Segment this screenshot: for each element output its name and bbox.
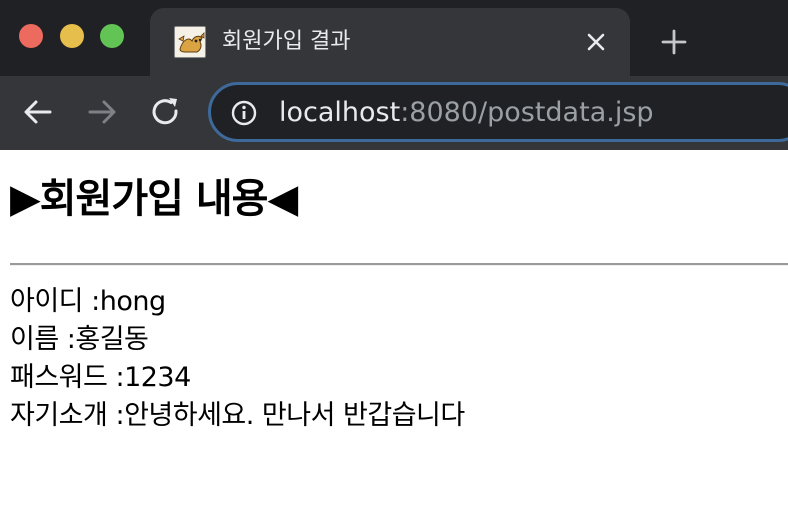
zoom-window-button[interactable] (100, 24, 124, 48)
result-line-password: 패스워드 :1234 (10, 362, 191, 393)
signup-result-list: 아이디 :hong 이름 :홍길동 패스워드 :1234 자기소개 :안녕하세요… (10, 283, 465, 435)
address-bar[interactable]: localhost:8080/postdata.jsp (208, 82, 788, 142)
result-line-name: 이름 :홍길동 (10, 324, 149, 355)
page-content: ▶회원가입 내용◀ 아이디 :hong 이름 :홍길동 패스워드 :1234 자… (0, 150, 788, 514)
tomcat-icon (174, 26, 206, 58)
field-label: 아이디 (10, 286, 84, 317)
field-value: 홍길동 (75, 324, 149, 355)
url-path: :8080/postdata.jsp (400, 97, 654, 128)
close-window-button[interactable] (19, 24, 43, 48)
forward-arrow-icon[interactable] (86, 96, 118, 128)
page-heading: ▶회원가입 내용◀ (10, 176, 298, 222)
url-host: localhost (279, 97, 401, 128)
browser-titlebar: 회원가입 결과 (0, 0, 788, 76)
field-value: 1234 (124, 362, 191, 393)
horizontal-rule (10, 263, 788, 266)
url-text[interactable]: localhost:8080/postdata.jsp (279, 96, 654, 130)
field-value: 안녕하세요. 만나서 반갑습니다 (124, 400, 465, 431)
result-line-introduction: 자기소개 :안녕하세요. 만나서 반갑습니다 (10, 400, 465, 431)
field-label: 자기소개 (10, 400, 108, 431)
new-tab-plus-icon[interactable] (660, 28, 688, 56)
browser-tab-active[interactable]: 회원가입 결과 (150, 8, 630, 76)
field-label: 이름 (10, 324, 59, 355)
result-line-id: 아이디 :hong (10, 286, 166, 317)
info-icon[interactable] (231, 100, 257, 126)
browser-toolbar: localhost:8080/postdata.jsp (0, 76, 788, 150)
close-icon[interactable] (584, 30, 608, 54)
field-value: hong (99, 286, 166, 317)
back-arrow-icon[interactable] (22, 96, 54, 128)
minimize-window-button[interactable] (60, 24, 84, 48)
reload-icon[interactable] (150, 96, 182, 128)
tab-title: 회원가입 결과 (222, 29, 351, 54)
field-label: 패스워드 (10, 362, 108, 393)
